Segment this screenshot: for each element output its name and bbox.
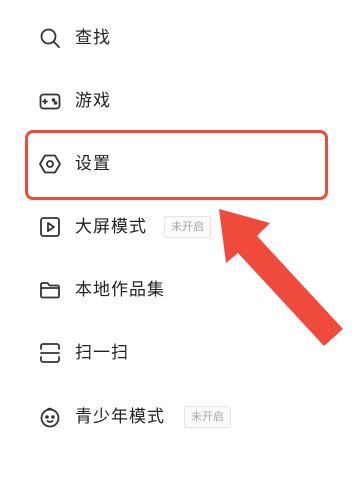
menu-item-label: 设置 <box>75 153 111 174</box>
menu-item-local-works[interactable]: 本地作品集 <box>0 258 354 321</box>
status-badge: 未开启 <box>164 215 211 238</box>
menu-item-label: 青少年模式 <box>75 406 165 427</box>
folder-icon <box>38 278 62 302</box>
menu-item-big-screen-mode[interactable]: 大屏模式 未开启 <box>0 195 354 258</box>
child-face-icon <box>38 405 62 429</box>
menu-item-label: 大屏模式 <box>75 216 147 237</box>
menu-item-label: 扫一扫 <box>75 342 129 363</box>
play-screen-icon <box>38 215 62 239</box>
menu-item-scan[interactable]: 扫一扫 <box>0 321 354 384</box>
status-badge: 未开启 <box>184 405 231 428</box>
menu-item-label: 游戏 <box>75 90 111 111</box>
menu-item-label: 查找 <box>75 27 111 48</box>
gamepad-icon <box>38 89 62 113</box>
menu-item-label: 本地作品集 <box>75 279 165 300</box>
menu-item-games[interactable]: 游戏 <box>0 69 354 132</box>
search-icon <box>38 26 62 50</box>
menu-item-teen-mode[interactable]: 青少年模式 未开启 <box>0 385 354 448</box>
scan-icon <box>38 341 62 365</box>
settings-hexagon-icon <box>38 152 62 176</box>
menu-item-settings[interactable]: 设置 <box>0 132 354 195</box>
menu-item-search[interactable]: 查找 <box>0 6 354 69</box>
